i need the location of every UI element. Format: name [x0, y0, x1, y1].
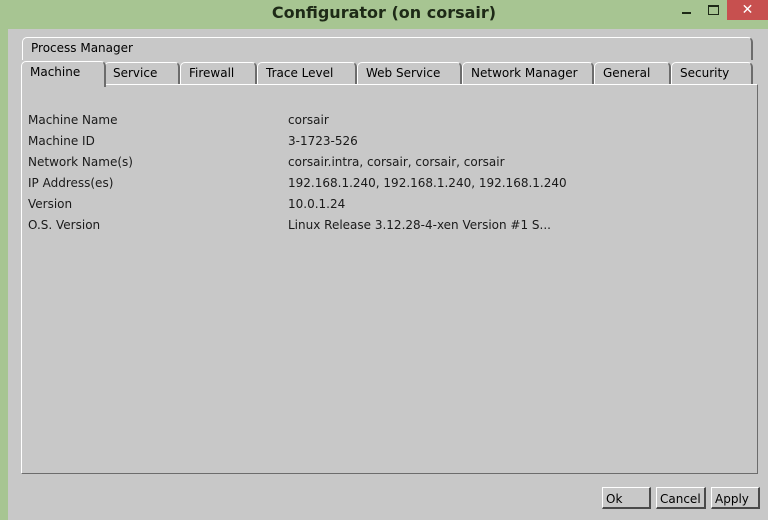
info-row-os-version: O.S. Version Linux Release 3.12.28-4-xen…	[22, 216, 757, 237]
window-frame-left	[0, 29, 8, 520]
tab-label: General	[603, 66, 651, 80]
tab-label: Network Manager	[471, 66, 578, 80]
tab-label: Web Service	[366, 66, 441, 80]
info-value: 3-1723-526	[288, 134, 358, 148]
maximize-icon[interactable]	[700, 0, 727, 20]
close-icon: ✕	[741, 2, 754, 18]
tab-process-manager[interactable]: Process Manager	[22, 37, 753, 60]
ok-button[interactable]: Ok	[602, 487, 651, 509]
apply-button[interactable]: Apply	[711, 487, 760, 509]
info-value: corsair	[288, 113, 329, 127]
info-label: Version	[28, 197, 73, 211]
tab-service[interactable]: Service	[104, 62, 180, 85]
tab-firewall[interactable]: Firewall	[180, 62, 257, 85]
close-button[interactable]: ✕	[727, 0, 768, 20]
info-value: 10.0.1.24	[288, 197, 346, 211]
tab-trace-level[interactable]: Trace Level	[257, 62, 357, 85]
info-row-ip-addresses: IP Address(es) 192.168.1.240, 192.168.1.…	[22, 174, 757, 195]
tab-network-manager[interactable]: Network Manager	[462, 62, 594, 85]
info-value: Linux Release 3.12.28-4-xen Version #1 S…	[288, 218, 551, 232]
title-bar[interactable]: Configurator (on corsair) ✕	[0, 0, 768, 29]
info-row-version: Version 10.0.1.24	[22, 195, 757, 216]
tab-security[interactable]: Security	[671, 62, 753, 85]
tab-label: Trace Level	[266, 66, 334, 80]
tab-label: Security	[680, 66, 730, 80]
tab-web-service[interactable]: Web Service	[357, 62, 462, 85]
info-label: Machine Name	[28, 113, 118, 127]
info-value: corsair.intra, corsair, corsair, corsair	[288, 155, 505, 169]
info-row-machine-name: Machine Name corsair	[22, 111, 757, 132]
machine-panel: Machine Name corsair Machine ID 3-1723-5…	[21, 84, 758, 474]
dialog-client-area: Process Manager Machine Service Firewall…	[8, 29, 768, 520]
info-row-network-names: Network Name(s) corsair.intra, corsair, …	[22, 153, 757, 174]
window-title: Configurator (on corsair)	[271, 3, 497, 22]
info-label: IP Address(es)	[28, 176, 114, 190]
info-label: Network Name(s)	[28, 155, 133, 169]
info-row-machine-id: Machine ID 3-1723-526	[22, 132, 757, 153]
info-label: Machine ID	[28, 134, 95, 148]
minimize-icon[interactable]	[672, 0, 700, 20]
cancel-button[interactable]: Cancel	[656, 487, 706, 509]
tab-label: Machine	[30, 65, 81, 79]
tab-label: Process Manager	[31, 41, 133, 55]
tab-general[interactable]: General	[594, 62, 671, 85]
tab-label: Service	[113, 66, 158, 80]
tab-machine[interactable]: Machine	[21, 61, 106, 87]
tab-label: Firewall	[189, 66, 235, 80]
info-value: 192.168.1.240, 192.168.1.240, 192.168.1.…	[288, 176, 567, 190]
info-label: O.S. Version	[28, 218, 101, 232]
